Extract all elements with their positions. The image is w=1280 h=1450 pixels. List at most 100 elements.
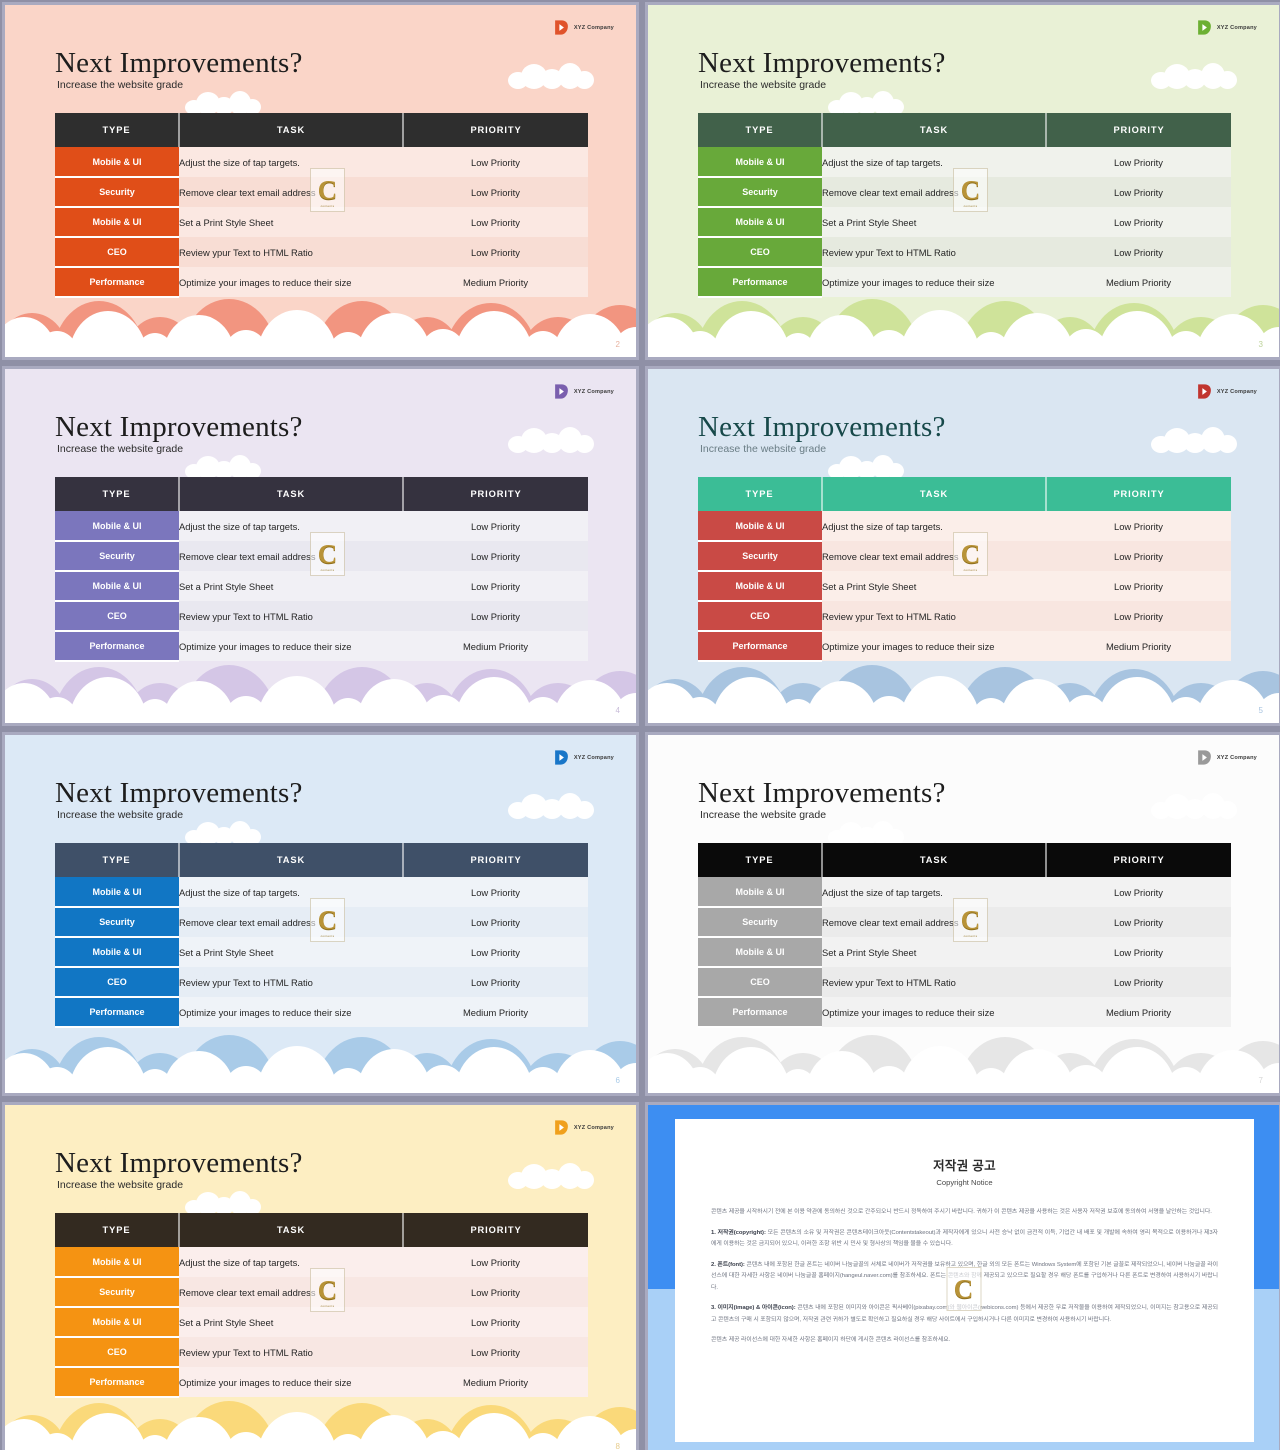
table-row: Mobile & UI Adjust the size of tap target…: [55, 147, 588, 178]
cloud-bump: [1088, 303, 1180, 357]
bottom-cloud-decoration: [5, 293, 636, 357]
slide-canvas: XYZ Company Next Improvements? Increase …: [5, 369, 636, 723]
cloud-layer-front: [648, 293, 1279, 357]
cloud-bump: [257, 315, 329, 357]
table-row: Mobile & UI Adjust the size of tap target…: [698, 877, 1231, 908]
table-row: CEO Review ypur Text to HTML Ratio Low Pri…: [698, 237, 1231, 268]
table-row: CEO Review ypur Text to HTML Ratio Low Pri…: [698, 967, 1231, 998]
slide-canvas: XYZ Company Next Improvements? Increase …: [648, 5, 1279, 357]
cloud-bump: [35, 331, 79, 357]
slide-purple[interactable]: XYZ Company Next Improvements? Increase …: [2, 366, 639, 726]
slide-mono[interactable]: XYZ Company Next Improvements? Increase …: [645, 732, 1280, 1096]
cloud-decoration-top-right: [1151, 427, 1237, 453]
copyright-title: 저작권 공고: [933, 1159, 996, 1173]
cloud-bump: [866, 330, 912, 357]
cloud-bump: [900, 1046, 980, 1093]
slide-coral[interactable]: XYZ Company Next Improvements? Increase …: [2, 2, 639, 360]
table-body: Mobile & UI Adjust the size of tap target…: [698, 147, 1231, 298]
cloud-base: [648, 1080, 1279, 1093]
page-number: 8: [615, 1442, 620, 1450]
cloud-bump: [648, 679, 712, 723]
cloud-bump: [1220, 305, 1279, 357]
company-logo-text: XYZ Company: [1216, 388, 1257, 395]
table-row: Mobile & UI Set a Print Style Sheet Low Pr…: [698, 207, 1231, 238]
table-body: Mobile & UI Adjust the size of tap target…: [55, 147, 588, 298]
slide-copyright[interactable]: 저작권 공고 Copyright Notice 콘텐츠 제공을 시작하시기 전에…: [645, 1102, 1280, 1450]
table-header: TYPE TASK PRIORITY: [698, 477, 1231, 511]
cell-priority: Low Priority: [1046, 601, 1231, 631]
cloud-bump: [53, 1037, 145, 1093]
table-row: Security Remove clear text email address L…: [698, 177, 1231, 208]
cloud-base: [5, 710, 636, 723]
cell-task: Adjust the size of tap targets.: [179, 877, 403, 907]
slide-blue[interactable]: XYZ Company Next Improvements? Increase …: [2, 732, 639, 1096]
cloud-base: [648, 339, 1279, 357]
cell-task: Review ypur Text to HTML Ratio: [822, 237, 1046, 267]
cloud-layer-front: [5, 1395, 636, 1450]
cloud-bump: [455, 1413, 533, 1450]
cell-priority: Low Priority: [1046, 937, 1231, 967]
cloud-bump: [125, 1053, 195, 1093]
table-header-row: TYPE TASK PRIORITY: [55, 113, 588, 147]
slide-teal-red[interactable]: XYZ Company Next Improvements? Increase …: [645, 366, 1280, 726]
cell-priority: Low Priority: [403, 1307, 588, 1337]
cloud-bump: [521, 697, 565, 723]
table-row: Performance Optimize your images to reduc…: [698, 267, 1231, 298]
cell-type: Security: [698, 177, 822, 208]
cloud-bump: [257, 676, 337, 723]
cloud-bump: [768, 1053, 838, 1093]
cloud-bump: [778, 1069, 818, 1093]
cell-task: Review ypur Text to HTML Ratio: [822, 601, 1046, 631]
table-body: Mobile & UI Adjust the size of tap target…: [698, 511, 1231, 662]
table-row: CEO Review ypur Text to HTML Ratio Low Pri…: [698, 601, 1231, 632]
company-logo-text: XYZ Company: [573, 1124, 614, 1131]
cell-task: Set a Print Style Sheet: [822, 571, 1046, 601]
page-number: 5: [1258, 706, 1263, 715]
cloud-bump: [900, 681, 972, 723]
company-logo: XYZ Company: [553, 19, 614, 36]
cell-priority: Low Priority: [403, 967, 588, 997]
table-header: TYPE TASK PRIORITY: [55, 477, 588, 511]
cloud-bump: [900, 315, 972, 357]
page-number: 6: [615, 1076, 620, 1085]
cell-type: CEO: [55, 601, 179, 632]
cloud-bump: [69, 1047, 147, 1093]
slide-green[interactable]: XYZ Company Next Improvements? Increase …: [645, 2, 1280, 360]
cell-type: Mobile & UI: [698, 877, 822, 908]
cloud-bump: [806, 1051, 878, 1093]
cell-task: Optimize your images to reduce their siz…: [179, 997, 403, 1027]
table-header: TYPE TASK PRIORITY: [698, 843, 1231, 877]
cloud-bump: [553, 1050, 627, 1093]
cell-priority: Low Priority: [1046, 147, 1231, 177]
cloud-bump: [553, 314, 627, 357]
cloud-layer-back: [648, 659, 1279, 723]
cell-task: Adjust the size of tap targets.: [822, 511, 1046, 541]
cloud-bump: [648, 313, 712, 357]
cloud-bump: [900, 676, 980, 723]
table-header-row: TYPE TASK PRIORITY: [55, 477, 588, 511]
table-header-row: TYPE TASK PRIORITY: [55, 1213, 588, 1247]
column-header-priority: PRIORITY: [1046, 843, 1231, 877]
cell-priority: Low Priority: [403, 877, 588, 907]
cell-task: Remove clear text email address: [822, 907, 1046, 937]
cloud-base: [648, 710, 1279, 723]
cloud-bump: [445, 669, 537, 723]
cloud-bump: [327, 1434, 369, 1450]
watermark-letter: C: [953, 1273, 974, 1304]
cloud-bump: [521, 1053, 595, 1093]
cloud-bump: [163, 315, 235, 357]
cell-task: Review ypur Text to HTML Ratio: [179, 237, 403, 267]
cell-task: Adjust the size of tap targets.: [822, 147, 1046, 177]
cloud-layer-back: [648, 1029, 1279, 1093]
page-title: Next Improvements?: [55, 777, 303, 809]
table-row: Mobile & UI Set a Print Style Sheet Low Pr…: [55, 1307, 588, 1338]
cloud-bump: [806, 681, 878, 723]
slide-amber[interactable]: XYZ Company Next Improvements? Increase …: [2, 1102, 639, 1450]
column-header-task: TASK: [822, 113, 1047, 147]
cloud-base: [648, 1075, 1279, 1093]
cloud-bump: [393, 1419, 461, 1450]
cell-task: Optimize your images to reduce their siz…: [822, 267, 1046, 297]
cell-type: Performance: [55, 997, 179, 1028]
cloud-layer-back: [5, 659, 636, 723]
cell-priority: Medium Priority: [1046, 997, 1231, 1027]
